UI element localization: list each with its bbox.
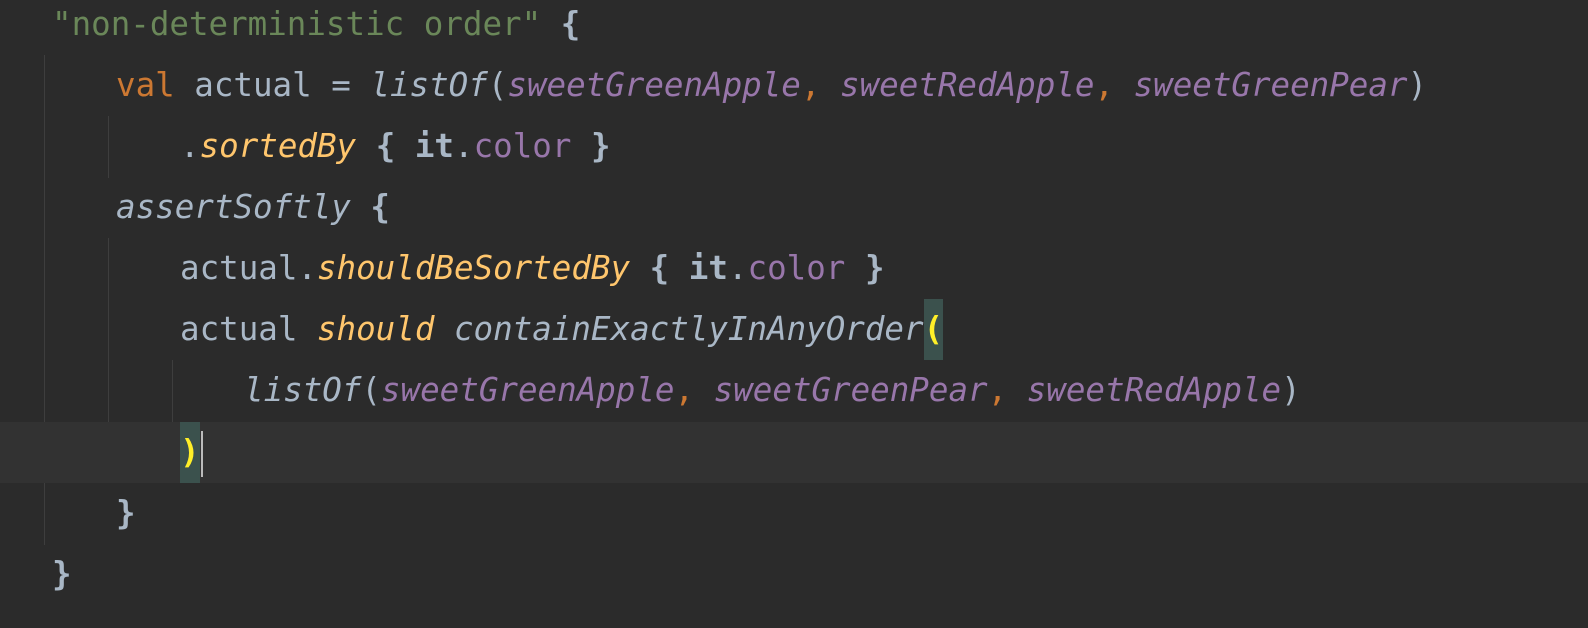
infix-should: should bbox=[316, 310, 435, 348]
open-brace: { bbox=[375, 127, 396, 165]
dot: . bbox=[454, 127, 474, 165]
dot: . bbox=[297, 249, 317, 287]
open-paren: ( bbox=[487, 66, 508, 104]
dot: . bbox=[180, 127, 200, 165]
code-line-9[interactable]: } bbox=[0, 483, 1588, 544]
open-brace: { bbox=[560, 5, 581, 43]
val-keyword: val bbox=[116, 66, 175, 104]
close-brace: } bbox=[864, 249, 885, 287]
property-color: color bbox=[747, 249, 846, 287]
code-line-3[interactable]: .sortedBy { it.color } bbox=[0, 116, 1588, 177]
property-color: color bbox=[473, 127, 572, 165]
arg-sweetRedApple: sweetRedApple bbox=[840, 66, 1095, 104]
open-brace: { bbox=[370, 188, 390, 226]
variable-actual: actual bbox=[180, 310, 298, 348]
code-line-10[interactable]: } bbox=[0, 544, 1588, 605]
it-keyword: it bbox=[414, 127, 454, 165]
open-paren: ( bbox=[361, 371, 381, 409]
matched-open-paren: ( bbox=[923, 299, 944, 361]
comma: , bbox=[674, 371, 695, 409]
close-paren: ) bbox=[1281, 371, 1301, 409]
code-line-8-current[interactable]: ) bbox=[0, 422, 1588, 484]
code-editor[interactable]: "non-deterministic order" { val actual =… bbox=[0, 0, 1588, 628]
code-line-1[interactable]: "non-deterministic order" { bbox=[0, 0, 1588, 55]
dot: . bbox=[727, 249, 748, 287]
function-assertSoftly: assertSoftly bbox=[116, 188, 351, 226]
close-brace: } bbox=[591, 127, 611, 165]
code-line-7[interactable]: listOf(sweetGreenApple, sweetGreenPear, … bbox=[0, 360, 1588, 421]
arg-sweetGreenApple: sweetGreenApple bbox=[380, 371, 675, 409]
test-name-string: "non-deterministic order" bbox=[52, 5, 542, 43]
variable-actual: actual bbox=[180, 249, 298, 287]
code-line-6[interactable]: actual should containExactlyInAnyOrder( bbox=[0, 299, 1588, 361]
function-sortedBy: sortedBy bbox=[199, 127, 357, 165]
matched-close-paren: ) bbox=[180, 422, 200, 484]
close-brace: } bbox=[52, 555, 72, 593]
code-line-5[interactable]: actual.shouldBeSortedBy { it.color } bbox=[0, 238, 1588, 299]
close-paren: ) bbox=[1407, 66, 1428, 104]
arg-sweetGreenPear: sweetGreenPear bbox=[1133, 66, 1408, 104]
function-listOf: listOf bbox=[370, 66, 488, 104]
variable-actual: actual bbox=[194, 66, 312, 104]
arg-sweetGreenPear: sweetGreenPear bbox=[713, 371, 988, 409]
arg-sweetGreenApple: sweetGreenApple bbox=[507, 66, 801, 104]
function-containExactlyInAnyOrder: containExactlyInAnyOrder bbox=[453, 310, 924, 348]
function-shouldBeSortedBy: shouldBeSortedBy bbox=[316, 249, 631, 287]
open-brace: { bbox=[649, 249, 670, 287]
it-keyword: it bbox=[688, 249, 728, 287]
comma: , bbox=[987, 371, 1008, 409]
comma: , bbox=[1094, 66, 1114, 104]
code-line-4[interactable]: assertSoftly { bbox=[0, 177, 1588, 238]
close-brace: } bbox=[116, 494, 136, 532]
code-line-2[interactable]: val actual = listOf(sweetGreenApple, swe… bbox=[0, 55, 1588, 116]
function-listOf: listOf bbox=[244, 371, 362, 409]
arg-sweetRedApple: sweetRedApple bbox=[1026, 371, 1282, 409]
assign-operator: = bbox=[311, 66, 371, 104]
text-caret bbox=[200, 431, 203, 477]
comma: , bbox=[800, 66, 821, 104]
